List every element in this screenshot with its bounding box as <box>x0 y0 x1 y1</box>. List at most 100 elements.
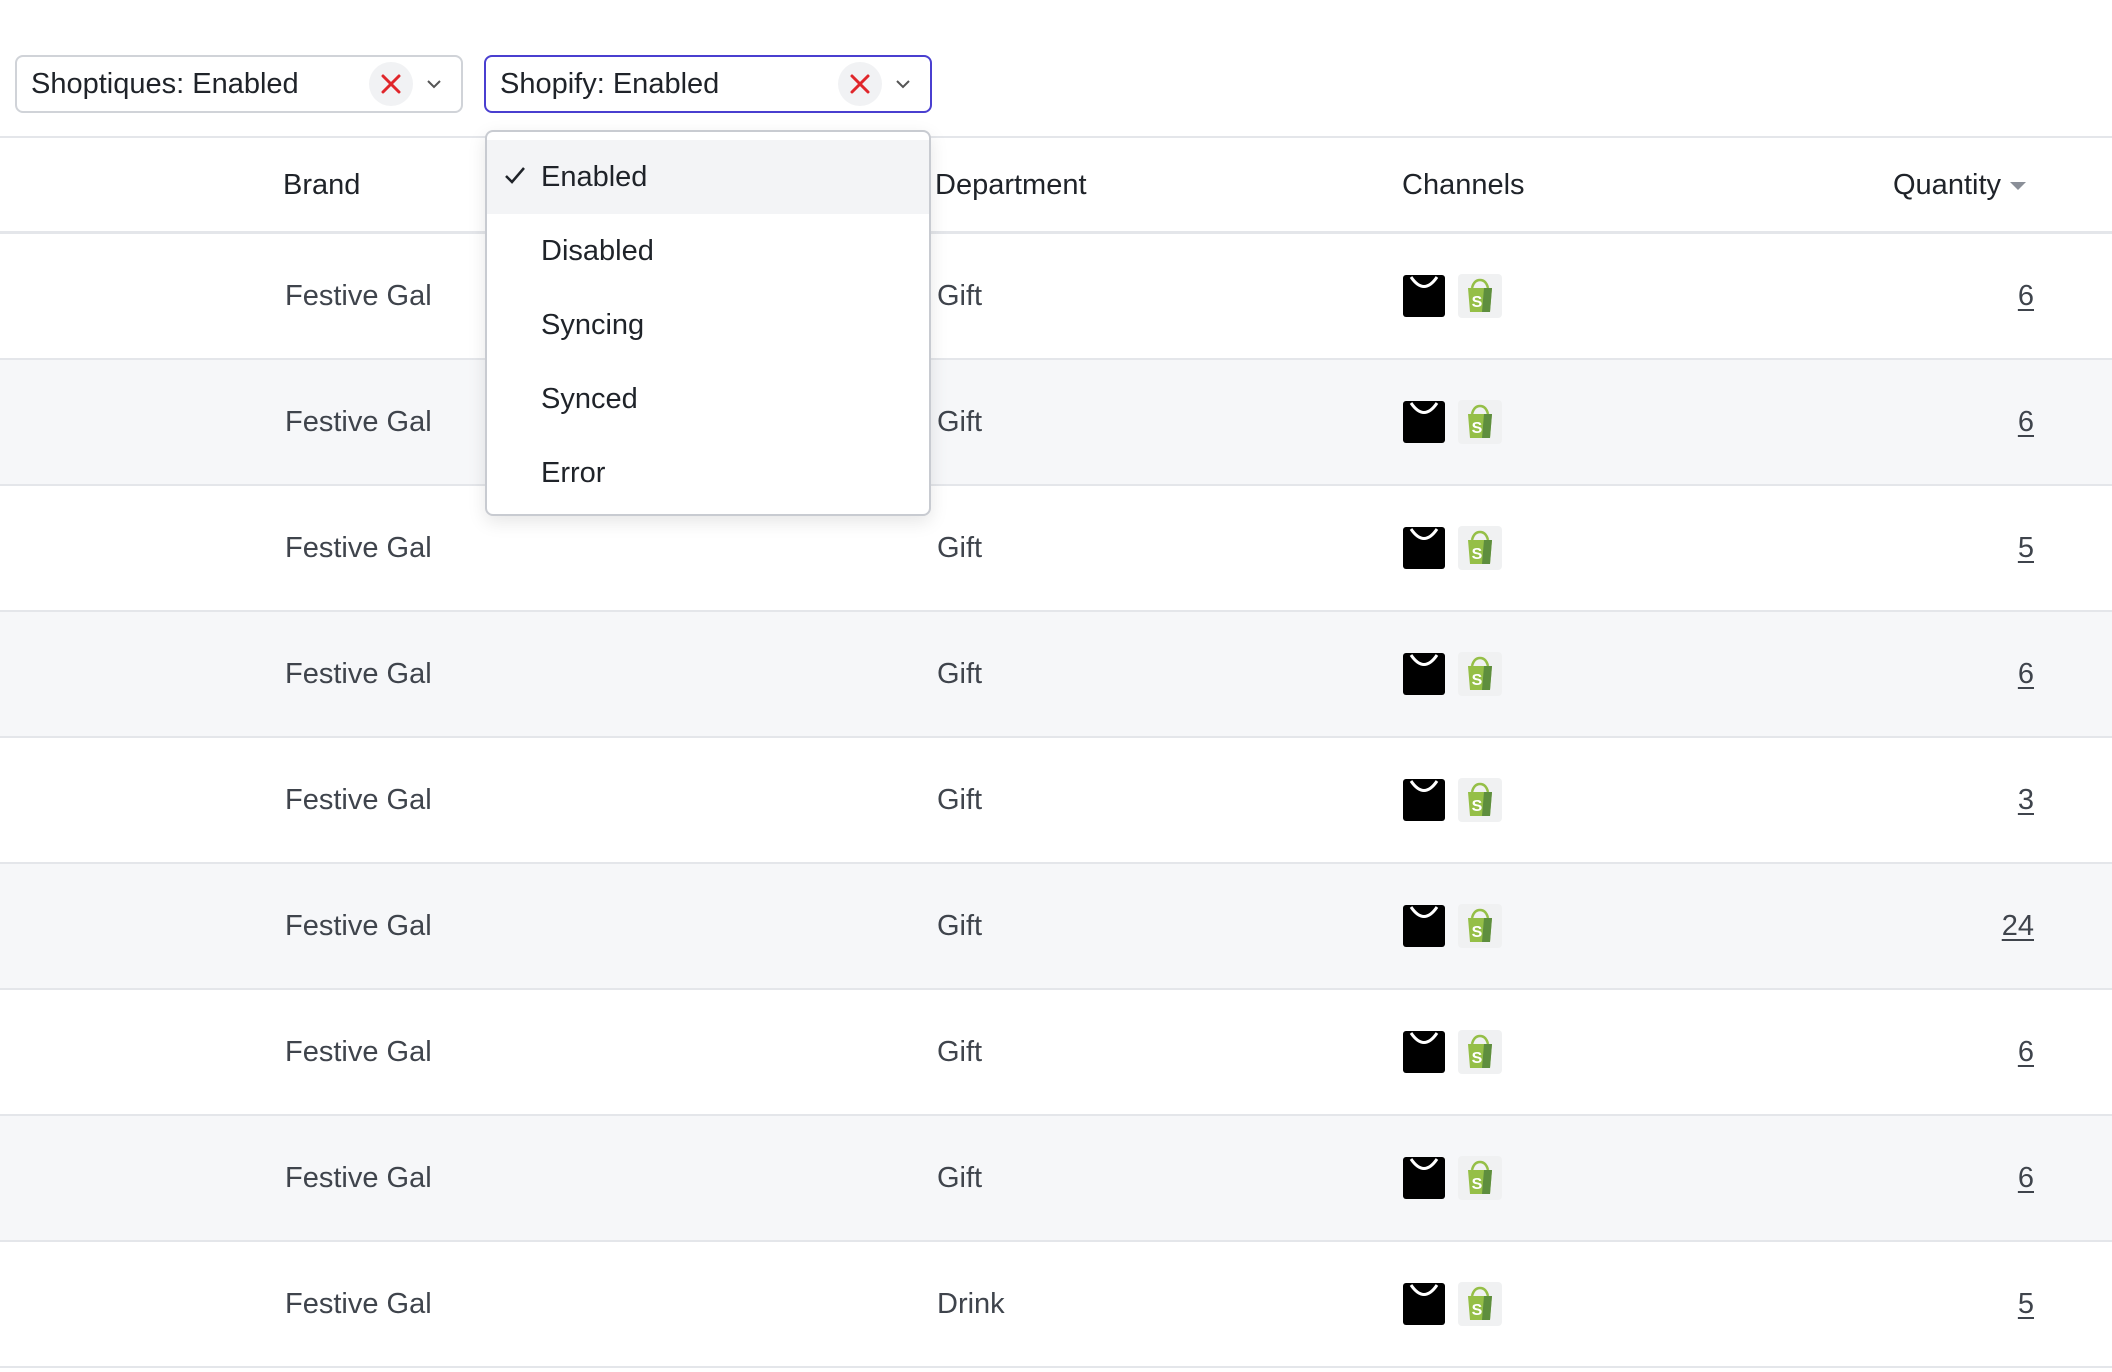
channels-cell: S <box>1402 234 1514 358</box>
channels-cell: S <box>1402 1242 1514 1366</box>
quantity-cell: 3 <box>2018 738 2034 862</box>
table-row[interactable]: Festive Gal Gift S 6 <box>0 990 2112 1116</box>
quantity-column-header[interactable]: Quantity <box>1893 138 2027 233</box>
department-cell: Gift <box>937 405 983 438</box>
department-cell: Gift <box>937 783 983 816</box>
channels-cell: S <box>1402 864 1514 988</box>
shopify-filter-label: Shopify: Enabled <box>500 67 720 100</box>
dropdown-option-error[interactable]: Error <box>487 436 929 510</box>
dropdown-option-label: Syncing <box>541 308 645 341</box>
brand-cell: Festive Gal <box>285 1035 432 1068</box>
shoptiques-filter-label: Shoptiques: Enabled <box>31 67 299 100</box>
brand-cell: Festive Gal <box>285 783 432 816</box>
quantity-cell: 6 <box>2018 1116 2034 1240</box>
brand-cell: Festive Gal <box>285 279 432 312</box>
brand-cell: Festive Gal <box>285 909 432 942</box>
chevron-down-icon[interactable] <box>888 69 918 99</box>
shoptiques-bag-icon <box>1402 652 1446 696</box>
shoptiques-bag-icon <box>1402 778 1446 822</box>
department-cell: Gift <box>937 657 983 690</box>
quantity-link[interactable]: 5 <box>2018 1288 2034 1321</box>
clear-shoptiques-filter-button[interactable] <box>369 62 413 106</box>
department-column-header[interactable]: Department <box>935 138 1087 233</box>
quantity-link[interactable]: 6 <box>2018 658 2034 691</box>
shoptiques-bag-icon <box>1402 274 1446 318</box>
table-row[interactable]: Festive Gal Drink S 5 <box>0 1242 2112 1368</box>
shopify-bag-icon: S <box>1458 652 1502 696</box>
table-row[interactable]: Festive Gal Gift S 6 <box>0 234 2112 360</box>
channels-column-header[interactable]: Channels <box>1402 138 1525 233</box>
brand-cell: Festive Gal <box>285 405 432 438</box>
dropdown-option-synced[interactable]: Synced <box>487 362 929 436</box>
dropdown-option-label: Error <box>541 456 606 489</box>
quantity-link[interactable]: 6 <box>2018 1162 2034 1195</box>
svg-text:S: S <box>1472 294 1483 311</box>
dropdown-option-label: Synced <box>541 382 638 415</box>
table-body: Festive Gal Gift S 6 Festive Gal Gift S 6 Festiv… <box>0 234 2112 1368</box>
dropdown-option-label: Disabled <box>541 234 654 267</box>
department-cell: Gift <box>937 279 983 312</box>
shopify-bag-icon: S <box>1458 1282 1502 1326</box>
department-cell: Gift <box>937 1035 983 1068</box>
channels-cell: S <box>1402 360 1514 484</box>
table-row[interactable]: Festive Gal Gift S 6 <box>0 612 2112 738</box>
svg-text:S: S <box>1472 420 1483 437</box>
quantity-link[interactable]: 6 <box>2018 1036 2034 1069</box>
quantity-cell: 6 <box>2018 234 2034 358</box>
brand-cell: Festive Gal <box>285 1161 432 1194</box>
department-cell: Gift <box>937 531 983 564</box>
department-cell: Gift <box>937 909 983 942</box>
table-header: Brand Department Channels Quantity <box>0 136 2112 234</box>
department-cell: Drink <box>937 1287 1005 1320</box>
shopify-bag-icon: S <box>1458 526 1502 570</box>
brand-cell: Festive Gal <box>285 531 432 564</box>
table-row[interactable]: Festive Gal Gift S 5 <box>0 486 2112 612</box>
checkmark-icon <box>505 167 525 184</box>
shopify-bag-icon: S <box>1458 400 1502 444</box>
channels-cell: S <box>1402 486 1514 610</box>
quantity-cell: 24 <box>2002 864 2034 988</box>
sort-desc-icon <box>2010 181 2026 190</box>
quantity-header-label: Quantity <box>1893 169 2001 201</box>
quantity-link[interactable]: 6 <box>2018 406 2034 439</box>
svg-text:S: S <box>1472 1050 1483 1067</box>
quantity-cell: 5 <box>2018 1242 2034 1366</box>
dropdown-option-syncing[interactable]: Syncing <box>487 288 929 362</box>
shoptiques-bag-icon <box>1402 526 1446 570</box>
svg-text:S: S <box>1472 798 1483 815</box>
shopify-filter[interactable]: Shopify: Enabled <box>484 55 932 113</box>
clear-shopify-filter-button[interactable] <box>838 62 882 106</box>
table-row[interactable]: Festive Gal Gift S 6 <box>0 1116 2112 1242</box>
dropdown-option-disabled[interactable]: Disabled <box>487 214 929 288</box>
dropdown-option-label: Enabled <box>541 160 648 193</box>
products-table: Brand Department Channels Quantity Festi… <box>0 136 2112 1368</box>
quantity-link[interactable]: 6 <box>2018 280 2034 313</box>
quantity-cell: 5 <box>2018 486 2034 610</box>
shoptiques-bag-icon <box>1402 1282 1446 1326</box>
shopify-bag-icon: S <box>1458 274 1502 318</box>
quantity-cell: 6 <box>2018 612 2034 736</box>
dropdown-option-enabled[interactable]: Enabled <box>487 140 929 214</box>
shopify-bag-icon: S <box>1458 904 1502 948</box>
shoptiques-bag-icon <box>1402 904 1446 948</box>
quantity-link[interactable]: 5 <box>2018 532 2034 565</box>
table-row[interactable]: Festive Gal Gift S 24 <box>0 864 2112 990</box>
channels-cell: S <box>1402 612 1514 736</box>
table-row[interactable]: Festive Gal Gift S 6 <box>0 360 2112 486</box>
brand-column-header[interactable]: Brand <box>283 138 360 233</box>
chevron-down-icon[interactable] <box>419 69 449 99</box>
department-cell: Gift <box>937 1161 983 1194</box>
brand-cell: Festive Gal <box>285 657 432 690</box>
quantity-cell: 6 <box>2018 360 2034 484</box>
quantity-link[interactable]: 24 <box>2002 910 2034 943</box>
table-row[interactable]: Festive Gal Gift S 3 <box>0 738 2112 864</box>
shoptiques-bag-icon <box>1402 1156 1446 1200</box>
shoptiques-bag-icon <box>1402 1030 1446 1074</box>
shopify-bag-icon: S <box>1458 1030 1502 1074</box>
shoptiques-filter[interactable]: Shoptiques: Enabled <box>15 55 463 113</box>
quantity-link[interactable]: 3 <box>2018 784 2034 817</box>
channels-cell: S <box>1402 1116 1514 1240</box>
close-icon <box>381 74 401 94</box>
svg-text:S: S <box>1472 1176 1483 1193</box>
svg-text:S: S <box>1472 1302 1483 1319</box>
